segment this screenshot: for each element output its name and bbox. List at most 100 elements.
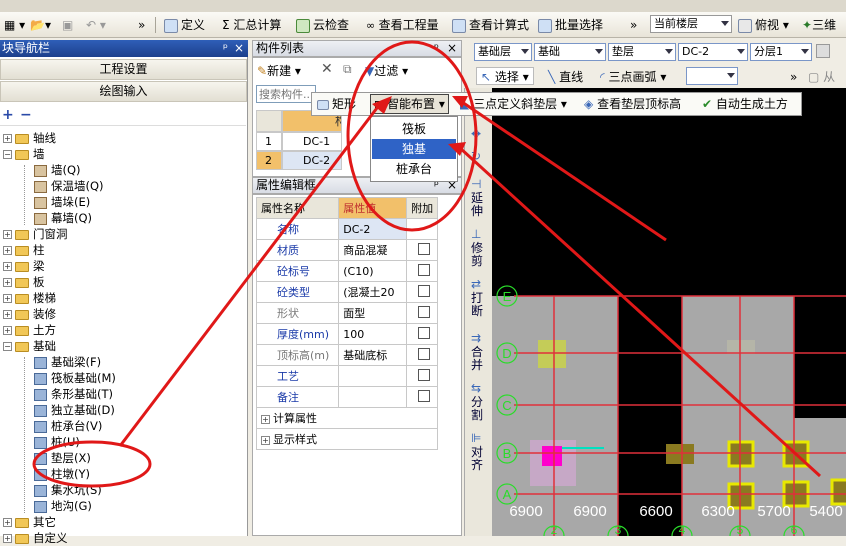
component-search-input[interactable]	[256, 85, 316, 103]
property-row[interactable]: 名称 DC-2	[255, 218, 438, 240]
undo-icon[interactable]: ↶ ▾	[86, 16, 106, 34]
property-row[interactable]: 厚度(mm) 100	[255, 323, 438, 345]
tree-item[interactable]: + 轴线	[3, 131, 56, 146]
merge-button[interactable]: 合并	[471, 346, 485, 372]
tree-item[interactable]: 垫层(X)	[34, 451, 91, 466]
toolbar-overflow-1[interactable]: »	[138, 16, 145, 34]
property-row[interactable]: 备注	[255, 386, 438, 408]
property-value[interactable]: (C10)	[338, 260, 408, 282]
property-row[interactable]: 形状 面型	[255, 302, 438, 324]
three-d-button[interactable]: ✦三维	[802, 16, 836, 34]
component-row[interactable]: DC-1	[282, 132, 342, 151]
view-top-elevation-button[interactable]: ◈ 查看垫层顶标高	[584, 95, 681, 113]
expand-toggle-icon[interactable]: −	[3, 342, 12, 351]
arc-option-dropdown[interactable]	[686, 67, 738, 85]
extend-button[interactable]: 延伸	[471, 192, 485, 218]
define-button[interactable]: 定义	[164, 16, 205, 34]
align-button[interactable]: 对齐	[471, 446, 485, 472]
tree-item[interactable]: 独立基础(D)	[34, 403, 115, 418]
property-value[interactable]: (混凝土20	[338, 281, 408, 303]
tree-item[interactable]: 桩(U)	[34, 435, 80, 450]
expand-toggle-icon[interactable]: +	[261, 435, 270, 445]
collapse-all-icon[interactable]: −	[20, 107, 32, 123]
expand-toggle-icon[interactable]: +	[3, 262, 12, 271]
menu-item-raft[interactable]: 筏板	[372, 119, 456, 139]
expand-toggle-icon[interactable]: +	[3, 534, 12, 543]
floor-dropdown[interactable]: 当前楼层	[650, 15, 732, 33]
property-value[interactable]: 面型	[338, 302, 408, 324]
project-settings-button[interactable]: 工程设置	[0, 59, 247, 80]
batch-select-button[interactable]: 批量选择	[538, 16, 603, 34]
tree-item[interactable]: 地沟(G)	[34, 499, 92, 514]
tree-item[interactable]: 保温墙(Q)	[34, 179, 104, 194]
move-icon[interactable]: ✥	[471, 128, 485, 141]
expand-all-icon[interactable]: +	[2, 107, 14, 123]
tree-item[interactable]: + 自定义	[3, 531, 68, 546]
expand-toggle-icon[interactable]: +	[3, 518, 12, 527]
tree-item[interactable]: + 土方	[3, 323, 56, 338]
property-row[interactable]: 顶标高(m) 基础底标	[255, 344, 438, 366]
attach-checkbox[interactable]	[418, 326, 431, 339]
toolbar-overflow-2[interactable]: »	[630, 16, 637, 34]
expand-toggle-icon[interactable]: +	[3, 134, 12, 143]
tree-item[interactable]: + 梁	[3, 259, 45, 274]
property-group-row[interactable]: + 显示样式	[256, 428, 438, 450]
layer-type-dropdown[interactable]: 垫层	[608, 43, 676, 61]
attach-checkbox[interactable]	[418, 389, 431, 402]
trim-button[interactable]: 修剪	[471, 242, 485, 268]
attach-checkbox[interactable]	[418, 284, 431, 297]
property-value[interactable]	[338, 386, 408, 408]
property-value[interactable]: 100	[338, 323, 408, 345]
property-value[interactable]	[338, 365, 408, 387]
sublayer-dropdown[interactable]: 分层1	[750, 43, 812, 61]
attach-checkbox[interactable]	[418, 305, 431, 318]
expand-toggle-icon[interactable]: +	[3, 326, 12, 335]
attach-checkbox[interactable]	[418, 263, 431, 276]
save-icon[interactable]: ▣	[62, 16, 73, 34]
tree-item[interactable]: + 装修	[3, 307, 56, 322]
property-row[interactable]: 砼标号 (C10)	[255, 260, 438, 282]
tree-item[interactable]: − 基础	[3, 339, 56, 354]
property-row[interactable]: 工艺	[255, 365, 438, 387]
menu-item-pile-cap[interactable]: 桩承台	[372, 159, 456, 179]
property-value[interactable]: 基础底标	[338, 344, 408, 366]
filter-button[interactable]: ▼过滤 ▾	[365, 62, 408, 80]
tree-item[interactable]: + 楼梯	[3, 291, 56, 306]
tree-item[interactable]: 墙(Q)	[34, 163, 81, 178]
select-button[interactable]: ↖ 选择 ▾	[476, 67, 534, 85]
tree-item[interactable]: + 柱	[3, 243, 45, 258]
three-point-slope-button[interactable]: ◣ 三点定义斜垫层 ▾	[460, 95, 567, 113]
expand-toggle-icon[interactable]: +	[3, 278, 12, 287]
expand-toggle-icon[interactable]: +	[261, 414, 270, 424]
auto-earthwork-button[interactable]: ✔ 自动生成土方	[702, 95, 788, 113]
property-row[interactable]: 材质 商品混凝	[255, 239, 438, 261]
expand-toggle-icon[interactable]: +	[3, 246, 12, 255]
attach-checkbox[interactable]	[418, 347, 431, 360]
top-view-button[interactable]: 俯视 ▾	[738, 16, 789, 34]
property-value[interactable]: DC-2	[338, 218, 408, 240]
expand-toggle-icon[interactable]: −	[3, 150, 12, 159]
property-group-row[interactable]: + 计算属性	[256, 407, 438, 429]
tree-item[interactable]: + 其它	[3, 515, 56, 530]
expand-toggle-icon[interactable]: +	[3, 310, 12, 319]
copy-icon[interactable]: ⧉	[343, 62, 352, 77]
pin-icon[interactable]: ᵖ	[434, 41, 439, 56]
view-formula-button[interactable]: 查看计算式	[452, 16, 529, 34]
attach-checkbox[interactable]	[418, 368, 431, 381]
drawing-input-button[interactable]: 绘图输入	[0, 81, 247, 102]
tree-item[interactable]: 条形基础(T)	[34, 387, 113, 402]
new-component-button[interactable]: ✎新建 ▾	[257, 62, 301, 80]
delete-icon[interactable]: ✕	[321, 61, 333, 77]
tree-item[interactable]: + 板	[3, 275, 45, 290]
pin-icon[interactable]: ᵖ	[223, 40, 228, 57]
tree-item[interactable]: 集水坑(S)	[34, 483, 102, 498]
tree-item[interactable]: 幕墙(Q)	[34, 211, 92, 226]
tree-item[interactable]: − 墙	[3, 147, 45, 162]
tree-item[interactable]: 桩承台(V)	[34, 419, 102, 434]
doc-icon[interactable]: ▦ ▾	[4, 16, 25, 34]
tree-item[interactable]: 筏板基础(M)	[34, 371, 116, 386]
close-icon[interactable]: ×	[447, 41, 457, 56]
smart-layout-button[interactable]: ⊞ 智能布置 ▾	[370, 94, 449, 114]
expand-toggle-icon[interactable]: +	[3, 230, 12, 239]
expand-toggle-icon[interactable]: +	[3, 294, 12, 303]
